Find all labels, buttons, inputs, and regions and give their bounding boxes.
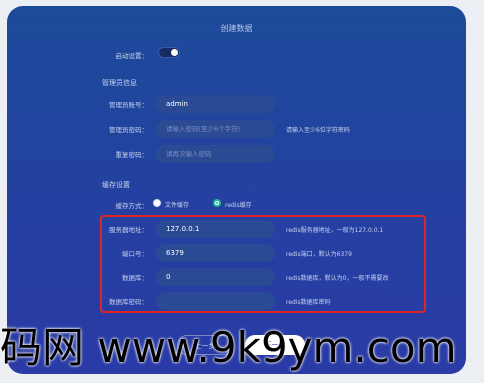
admin-account-input[interactable]: admin [156,95,275,113]
confirm-password-input[interactable]: 请再次输入密码 [156,145,275,163]
dialog-title: 创建数据 [220,24,253,33]
watermark-text: 码网 www.9k9ym.com [0,323,457,372]
confirm-password-row: 重复密码： 请再次输入密码 [7,145,466,163]
db-row: 数据库： 0 redis数据库，默认为0，一般不需要改 [7,268,466,286]
toggle-knob [171,49,178,56]
admin-password-label: 管理员密码： [109,126,148,134]
db-password-input[interactable] [156,292,275,310]
server-row: 服务器地址： 127.0.0.1 redis服务器地址，一般为127.0.0.1 [7,220,466,238]
auto-start-row: 启动设置： [7,46,466,64]
cache-mode-row: 缓存方式： 文件缓存 redis缓存 [7,196,466,214]
db-input[interactable]: 0 [156,268,275,286]
auto-start-label: 启动设置： [115,52,149,60]
server-label: 服务器地址： [109,226,148,234]
server-input[interactable]: 127.0.0.1 [156,220,275,238]
cache-mode-label: 缓存方式： [115,202,149,210]
file-cache-label[interactable]: 文件缓存 [165,200,189,209]
db-password-row: 数据库密码： redis数据库密码 [7,292,466,310]
admin-password-input[interactable]: 请输入密码(至少6个字符) [156,120,275,138]
admin-password-hint: 请输入至少6位字符密码 [286,127,350,134]
cache-section-heading: 缓存设置 [102,181,130,189]
admin-account-row: 管理员账号： admin [7,95,466,113]
port-label: 端口号： [122,250,148,258]
redis-cache-label[interactable]: redis缓存 [225,200,252,209]
admin-section-heading: 管理员信息 [102,79,137,87]
port-row: 端口号： 6379 redis端口，默认为6379 [7,244,466,262]
confirm-password-label: 重复密码： [115,151,149,159]
db-hint: redis数据库，默认为0，一般不需要改 [286,275,389,282]
auto-start-toggle[interactable] [158,47,180,58]
db-password-hint: redis数据库密码 [286,299,331,306]
port-hint: redis端口，默认为6379 [286,251,352,258]
admin-account-label: 管理员账号： [109,101,148,109]
server-hint: redis服务器地址，一般为127.0.0.1 [286,227,384,234]
db-password-label: 数据库密码： [109,298,148,306]
redis-cache-radio[interactable] [213,199,221,207]
port-input[interactable]: 6379 [156,244,275,262]
db-label: 数据库： [122,274,148,282]
file-cache-radio[interactable] [153,199,161,207]
admin-password-row: 管理员密码： 请输入密码(至少6个字符) 请输入至少6位字符密码 [7,120,466,138]
